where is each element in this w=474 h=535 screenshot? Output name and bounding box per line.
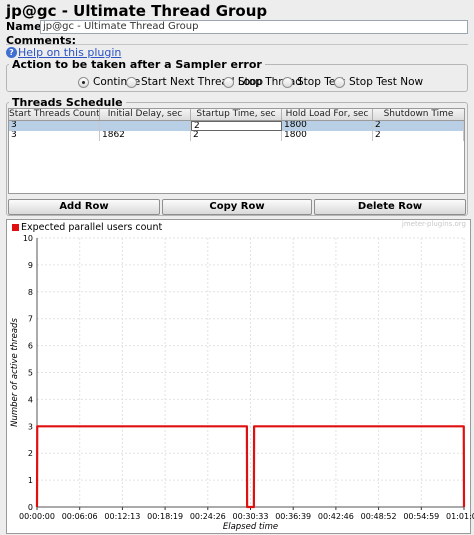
x-tick-label: 00:36:39 [275,512,311,521]
x-tick-label: 00:42:46 [318,512,354,521]
x-tick-label: 00:00:00 [19,512,55,521]
y-axis-label: Number of active threads [10,318,20,427]
x-tick-label: 00:06:06 [62,512,98,521]
x-tick-label: 00:24:26 [190,512,226,521]
x-tick-label: 00:18:19 [147,512,183,521]
y-tick-label: 1 [28,476,33,485]
y-tick-label: 5 [28,369,33,378]
x-tick-label: 00:30:33 [233,512,269,521]
x-axis-label: Elapsed time [223,522,278,532]
y-tick-label: 3 [28,422,33,431]
y-tick-label: 2 [28,449,33,458]
y-tick-label: 6 [28,342,33,351]
y-tick-label: 7 [28,315,33,324]
y-tick-label: 10 [23,234,33,243]
y-tick-label: 4 [28,395,33,404]
chart-plot: 0 1 2 3 4 5 6 7 8 9 10 00:00:00 00:06:06 00:12:13 00:1… [10,234,474,532]
y-tick-label: 9 [28,261,33,270]
y-tick-label: 8 [28,288,33,297]
x-tick-label: 00:54:59 [403,512,439,521]
y-tick-label: 0 [28,503,33,512]
x-tick-label: 00:48:52 [361,512,397,521]
x-tick-label: 01:01:06 [446,512,474,521]
x-tick-label: 00:12:13 [104,512,140,521]
